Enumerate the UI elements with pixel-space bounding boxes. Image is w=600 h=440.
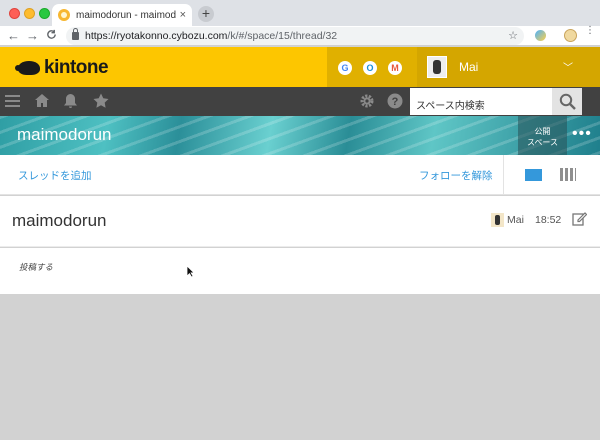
kintone-toolbar: ? スペース内検索 (0, 87, 600, 116)
chevron-down-icon: ﹀ (563, 63, 573, 74)
hamburger-menu-icon[interactable] (5, 95, 20, 108)
extension-icon[interactable] (535, 30, 546, 41)
space-search-input[interactable]: スペース内検索 (410, 88, 552, 115)
multi-column-view-icon[interactable] (560, 168, 576, 181)
home-icon[interactable] (34, 93, 50, 112)
public-space-badge: 公開 スペース (518, 116, 567, 155)
svg-text:?: ? (392, 96, 399, 108)
space-banner: maimodorun 公開 スペース ••• (0, 116, 600, 155)
bell-icon[interactable] (63, 93, 78, 113)
divider (503, 155, 504, 195)
window-close-button[interactable] (9, 8, 20, 19)
single-column-view-icon[interactable] (525, 169, 542, 181)
address-bar-row: ← → https://ryotakonno.cybozu.com/k/#/sp… (0, 26, 600, 46)
calendar-app-icon[interactable]: O (363, 61, 377, 75)
browser-tab[interactable]: maimodorun - maimodorun × (52, 4, 192, 26)
post-area: 投稿する (0, 248, 600, 294)
add-thread-link[interactable]: スレッドを追加 (18, 168, 92, 183)
thread-header: maimodorun Mai 18:52 (0, 196, 600, 247)
browser-tab-bar: maimodorun - maimodorun × + (0, 0, 600, 26)
user-name: Mai (459, 60, 479, 74)
logo-text: kintone (44, 57, 109, 78)
window-zoom-button[interactable] (39, 8, 50, 19)
window-minimize-button[interactable] (24, 8, 35, 19)
star-icon[interactable] (93, 93, 109, 112)
thread-actions-bar: スレッドを追加 フォローを解除 (0, 155, 600, 195)
forward-arrow-icon[interactable]: → (26, 28, 39, 43)
user-menu[interactable]: Mai ﹀ (417, 47, 600, 87)
url-input[interactable]: https://ryotakonno.cybozu.com/k/#/space/… (66, 27, 524, 45)
kintone-cat-logo-icon (15, 61, 40, 75)
tab-title: maimodorun - maimodorun (76, 9, 176, 21)
author-avatar[interactable] (491, 213, 504, 227)
help-icon[interactable]: ? (387, 93, 403, 113)
reload-icon[interactable] (46, 28, 57, 43)
mail-app-icon[interactable]: M (388, 61, 402, 75)
thread-time: 18:52 (535, 214, 562, 226)
space-title[interactable]: maimodorun (17, 125, 112, 145)
edit-icon[interactable] (572, 211, 588, 231)
unfollow-link[interactable]: フォローを解除 (419, 168, 493, 183)
gear-icon[interactable] (359, 93, 375, 113)
browser-menu-icon[interactable]: ⋮ (585, 26, 595, 36)
back-arrow-icon[interactable]: ← (7, 28, 20, 43)
bookmark-star-icon[interactable]: ☆ (508, 29, 518, 42)
search-button[interactable] (552, 88, 582, 115)
mouse-cursor-icon (186, 265, 195, 278)
google-icon[interactable]: G (338, 61, 352, 75)
url-path: /k/#/space/15/thread/32 (227, 30, 338, 42)
kintone-logo[interactable]: kintone (15, 57, 109, 79)
lock-icon (72, 28, 79, 40)
visibility-label-1: 公開 (534, 127, 551, 136)
kintone-header: kintone G O M Mai ﹀ (0, 47, 600, 87)
tab-close-icon[interactable]: × (180, 9, 186, 21)
more-options-icon[interactable]: ••• (572, 126, 592, 142)
new-tab-button[interactable]: + (198, 6, 214, 22)
url-host: https://ryotakonno.cybozu.com (85, 30, 228, 42)
thread-title: maimodorun (12, 211, 107, 230)
search-icon (559, 93, 576, 110)
visibility-label-2: スペース (526, 138, 559, 147)
user-avatar (427, 56, 447, 78)
kintone-favicon-icon (58, 9, 70, 21)
post-button[interactable]: 投稿する (19, 261, 53, 273)
profile-avatar-icon[interactable] (564, 29, 577, 42)
thread-author[interactable]: Mai (507, 214, 524, 226)
header-app-links: G O M (327, 47, 417, 87)
